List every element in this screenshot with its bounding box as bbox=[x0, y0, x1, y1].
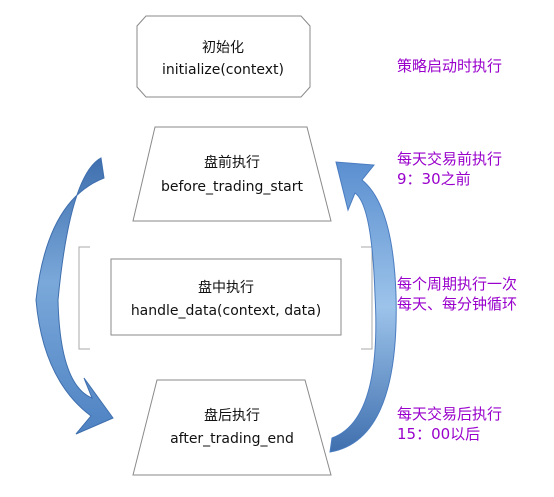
node-handle-data-code: handle_data(context, data) bbox=[131, 303, 321, 319]
curved-arrow-down bbox=[35, 157, 114, 435]
node-handle-data: 盘中执行 handle_data(context, data) bbox=[78, 246, 373, 350]
note-after-trading-line-1: 每天交易后执行 bbox=[397, 405, 503, 423]
node-before-trading-title: 盘前执行 bbox=[204, 154, 260, 171]
node-initialize: 初始化 initialize(context) bbox=[136, 15, 311, 98]
note-after-trading: 每天交易后执行 15：00以后 bbox=[397, 404, 502, 444]
node-initialize-title: 初始化 bbox=[202, 39, 244, 56]
note-initialize: 策略启动时执行 bbox=[397, 56, 502, 76]
note-handle-data-line-1: 每个周期执行一次 bbox=[397, 275, 518, 293]
node-before-trading-code: before_trading_start bbox=[161, 179, 304, 195]
note-initialize-line-1: 策略启动时执行 bbox=[397, 57, 503, 75]
node-handle-data-title: 盘中执行 bbox=[198, 279, 254, 296]
note-before-trading: 每天交易前执行 9：30之前 bbox=[397, 149, 502, 189]
note-handle-data-line-2: 每天、每分钟循环 bbox=[397, 295, 518, 313]
node-after-trading-code: after_trading_end bbox=[170, 431, 294, 447]
node-initialize-code: initialize(context) bbox=[162, 62, 284, 78]
node-after-trading-title: 盘后执行 bbox=[204, 407, 260, 424]
note-after-trading-line-2: 15：00以后 bbox=[397, 425, 481, 443]
node-after-trading: 盘后执行 after_trading_end bbox=[132, 379, 332, 476]
node-before-trading: 盘前执行 before_trading_start bbox=[132, 126, 332, 222]
note-before-trading-line-1: 每天交易前执行 bbox=[397, 150, 503, 168]
note-before-trading-line-2: 9：30之前 bbox=[397, 170, 471, 188]
note-handle-data: 每个周期执行一次 每天、每分钟循环 bbox=[397, 274, 517, 314]
